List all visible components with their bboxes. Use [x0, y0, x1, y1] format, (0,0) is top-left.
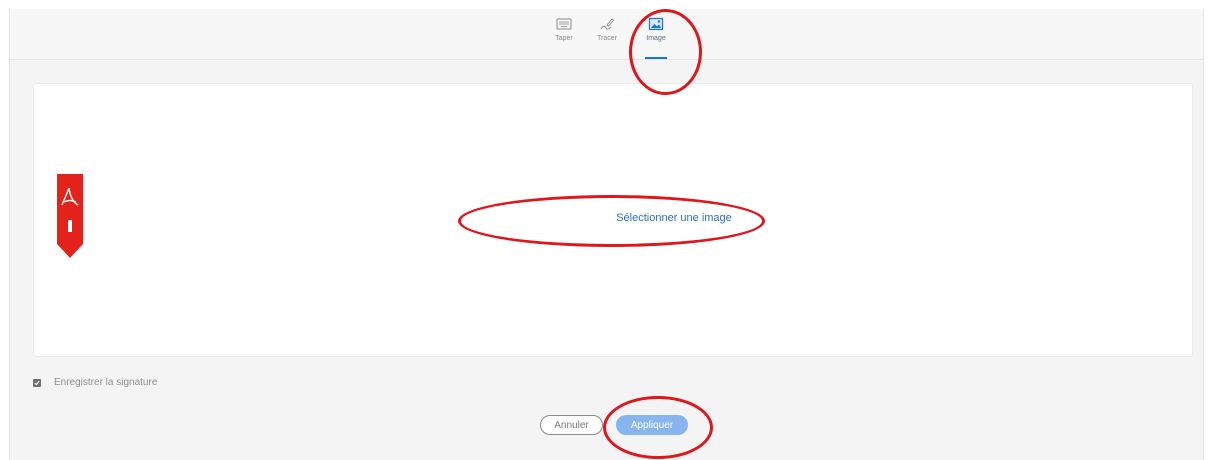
tab-tracer[interactable]: Tracer — [587, 15, 627, 59]
keyboard-icon — [556, 18, 572, 30]
pen-draw-icon — [600, 18, 615, 30]
save-signature-label: Enregistrer la signature — [54, 377, 158, 388]
signature-dialog: Taper Tracer Image Sélectionner une imag… — [9, 9, 1204, 460]
adobe-pdf-ribbon-icon — [57, 174, 83, 258]
tab-taper[interactable]: Taper — [544, 15, 584, 59]
select-image-link[interactable]: Sélectionner une image — [494, 212, 854, 224]
save-signature-checkbox[interactable] — [33, 378, 41, 387]
tab-image-label: Image — [646, 35, 666, 42]
cancel-button[interactable]: Annuler — [540, 415, 603, 435]
tab-taper-label: Taper — [555, 35, 573, 42]
save-signature-row[interactable]: Enregistrer la signature — [33, 377, 157, 388]
active-tab-indicator — [645, 57, 667, 59]
signature-mode-tabs: Taper Tracer Image — [10, 9, 1203, 60]
tab-image[interactable]: Image — [636, 15, 676, 59]
apply-button[interactable]: Appliquer — [616, 415, 688, 435]
tab-tracer-label: Tracer — [597, 35, 617, 42]
checkmark-icon — [34, 380, 40, 385]
image-icon — [648, 17, 664, 31]
signature-canvas: Sélectionner une image — [33, 83, 1193, 357]
